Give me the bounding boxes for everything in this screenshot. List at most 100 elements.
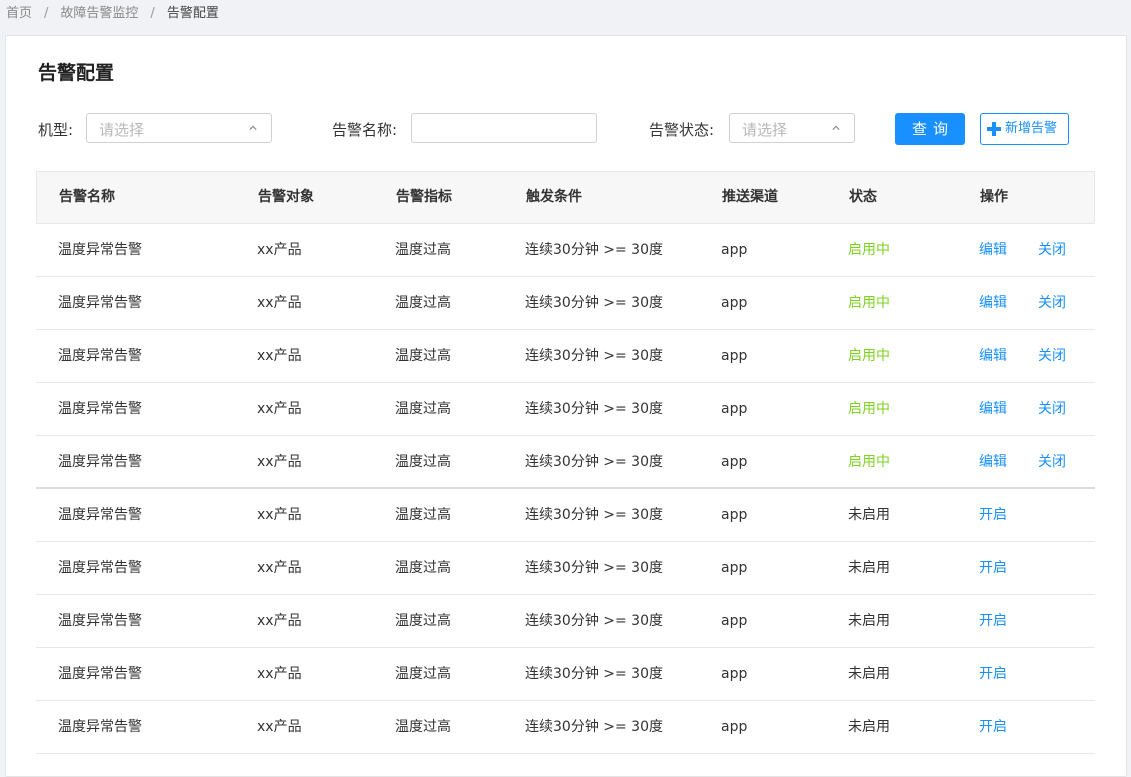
cell-alarm-target: xx产品 — [257, 401, 302, 417]
cell-alarm-target: xx产品 — [257, 454, 302, 470]
breadcrumb-home[interactable]: 首页 — [6, 6, 32, 21]
cell-trigger-condition: 连续30分钟 >= 30度 — [525, 560, 663, 576]
edit-link[interactable]: 编辑 — [979, 383, 1007, 435]
cell-status: 未启用 — [848, 613, 890, 629]
enable-link[interactable]: 开启 — [979, 489, 1007, 541]
edit-link[interactable]: 编辑 — [979, 224, 1007, 276]
cell-push-channel: app — [721, 613, 748, 629]
cell-trigger-condition: 连续30分钟 >= 30度 — [525, 242, 663, 258]
table-row: 温度异常告警 xx产品 温度过高 连续30分钟 >= 30度 app 启用中 编辑 关闭 — [36, 383, 1095, 436]
table-row: 温度异常告警 xx产品 温度过高 连续30分钟 >= 30度 app 未启用 开启 — [36, 648, 1095, 701]
add-alarm-button[interactable]: 新增告警 — [980, 113, 1069, 145]
cell-status: 启用中 — [848, 242, 890, 258]
cell-alarm-metric: 温度过高 — [395, 666, 451, 682]
header-alarm-target: 告警对象 — [258, 189, 314, 205]
header-status: 状态 — [849, 189, 877, 205]
cell-alarm-target: xx产品 — [257, 666, 302, 682]
cell-alarm-target: xx产品 — [257, 295, 302, 311]
page-title: 告警配置 — [38, 62, 115, 84]
cell-alarm-name: 温度异常告警 — [58, 242, 142, 258]
close-link[interactable]: 关闭 — [1038, 224, 1066, 276]
alarm-status-label: 告警状态: — [649, 121, 715, 139]
edit-link[interactable]: 编辑 — [979, 277, 1007, 329]
enable-link[interactable]: 开启 — [979, 648, 1007, 700]
breadcrumb-separator: / — [150, 6, 155, 21]
cell-alarm-metric: 温度过高 — [395, 454, 451, 470]
enable-link[interactable]: 开启 — [979, 701, 1007, 753]
cell-push-channel: app — [721, 454, 748, 470]
close-link[interactable]: 关闭 — [1038, 330, 1066, 382]
cell-status: 启用中 — [848, 348, 890, 364]
table-body: 温度异常告警 xx产品 温度过高 连续30分钟 >= 30度 app 启用中 编辑 关闭 温度异… — [36, 224, 1095, 754]
cell-alarm-target: xx产品 — [257, 348, 302, 364]
cell-alarm-target: xx产品 — [257, 719, 302, 735]
cell-push-channel: app — [721, 719, 748, 735]
close-link[interactable]: 关闭 — [1038, 277, 1066, 329]
table-row: 温度异常告警 xx产品 温度过高 连续30分钟 >= 30度 app 启用中 编辑 关闭 — [36, 224, 1095, 277]
cell-alarm-name: 温度异常告警 — [58, 401, 142, 417]
cell-trigger-condition: 连续30分钟 >= 30度 — [525, 295, 663, 311]
cell-trigger-condition: 连续30分钟 >= 30度 — [525, 401, 663, 417]
cell-status: 未启用 — [848, 666, 890, 682]
cell-alarm-metric: 温度过高 — [395, 719, 451, 735]
cell-trigger-condition: 连续30分钟 >= 30度 — [525, 348, 663, 364]
table-row: 温度异常告警 xx产品 温度过高 连续30分钟 >= 30度 app 未启用 开启 — [36, 542, 1095, 595]
cell-push-channel: app — [721, 242, 748, 258]
cell-push-channel: app — [721, 348, 748, 364]
table-row: 温度异常告警 xx产品 温度过高 连续30分钟 >= 30度 app 启用中 编辑 关闭 — [36, 330, 1095, 383]
cell-alarm-target: xx产品 — [257, 560, 302, 576]
cell-status: 未启用 — [848, 560, 890, 576]
breadcrumb: 首页 / 故障告警监控 / 告警配置 — [6, 0, 219, 30]
plus-icon — [987, 122, 1001, 136]
cell-status: 启用中 — [848, 295, 890, 311]
cell-alarm-target: xx产品 — [257, 242, 302, 258]
cell-alarm-name: 温度异常告警 — [58, 295, 142, 311]
table-row: 温度异常告警 xx产品 温度过高 连续30分钟 >= 30度 app 启用中 编辑 关闭 — [36, 277, 1095, 330]
table-row: 温度异常告警 xx产品 温度过高 连续30分钟 >= 30度 app 启用中 编辑 关闭 — [36, 436, 1095, 489]
chevron-up-icon — [249, 125, 257, 130]
cell-push-channel: app — [721, 295, 748, 311]
table-row: 温度异常告警 xx产品 温度过高 连续30分钟 >= 30度 app 未启用 开启 — [36, 701, 1095, 754]
cell-trigger-condition: 连续30分钟 >= 30度 — [525, 507, 663, 523]
cell-alarm-metric: 温度过高 — [395, 401, 451, 417]
breadcrumb-separator: / — [44, 6, 49, 21]
edit-link[interactable]: 编辑 — [979, 436, 1007, 488]
cell-alarm-name: 温度异常告警 — [58, 719, 142, 735]
enable-link[interactable]: 开启 — [979, 542, 1007, 594]
alarm-status-select-placeholder: 请选择 — [742, 121, 788, 139]
cell-alarm-target: xx产品 — [257, 507, 302, 523]
model-select[interactable]: 请选择 — [86, 113, 272, 143]
table-header: 告警名称 告警对象 告警指标 触发条件 推送渠道 状态 操作 — [36, 171, 1095, 224]
cell-alarm-name: 温度异常告警 — [58, 560, 142, 576]
cell-alarm-target: xx产品 — [257, 613, 302, 629]
header-actions: 操作 — [980, 189, 1008, 205]
header-alarm-name: 告警名称 — [59, 189, 115, 205]
cell-push-channel: app — [721, 507, 748, 523]
query-button[interactable]: 查询 — [895, 113, 965, 145]
breadcrumb-current: 告警配置 — [166, 6, 219, 21]
cell-alarm-name: 温度异常告警 — [58, 507, 142, 523]
alarm-name-input[interactable] — [412, 114, 596, 142]
close-link[interactable]: 关闭 — [1038, 383, 1066, 435]
cell-status: 启用中 — [848, 454, 890, 470]
close-link[interactable]: 关闭 — [1038, 436, 1066, 488]
cell-trigger-condition: 连续30分钟 >= 30度 — [525, 613, 663, 629]
header-trigger-condition: 触发条件 — [526, 189, 582, 205]
cell-push-channel: app — [721, 560, 748, 576]
model-label: 机型: — [38, 121, 74, 139]
enable-link[interactable]: 开启 — [979, 595, 1007, 647]
edit-link[interactable]: 编辑 — [979, 330, 1007, 382]
alarm-status-select[interactable]: 请选择 — [729, 113, 855, 143]
model-select-placeholder: 请选择 — [99, 121, 145, 139]
cell-alarm-metric: 温度过高 — [395, 295, 451, 311]
cell-status: 启用中 — [848, 401, 890, 417]
table-row: 温度异常告警 xx产品 温度过高 连续30分钟 >= 30度 app 未启用 开启 — [36, 595, 1095, 648]
cell-status: 未启用 — [848, 507, 890, 523]
alarm-name-field[interactable] — [411, 113, 597, 143]
breadcrumb-fault-monitor[interactable]: 故障告警监控 — [60, 6, 138, 21]
alarm-name-label: 告警名称: — [332, 121, 398, 139]
cell-push-channel: app — [721, 666, 748, 682]
cell-trigger-condition: 连续30分钟 >= 30度 — [525, 666, 663, 682]
cell-alarm-metric: 温度过高 — [395, 613, 451, 629]
cell-trigger-condition: 连续30分钟 >= 30度 — [525, 454, 663, 470]
